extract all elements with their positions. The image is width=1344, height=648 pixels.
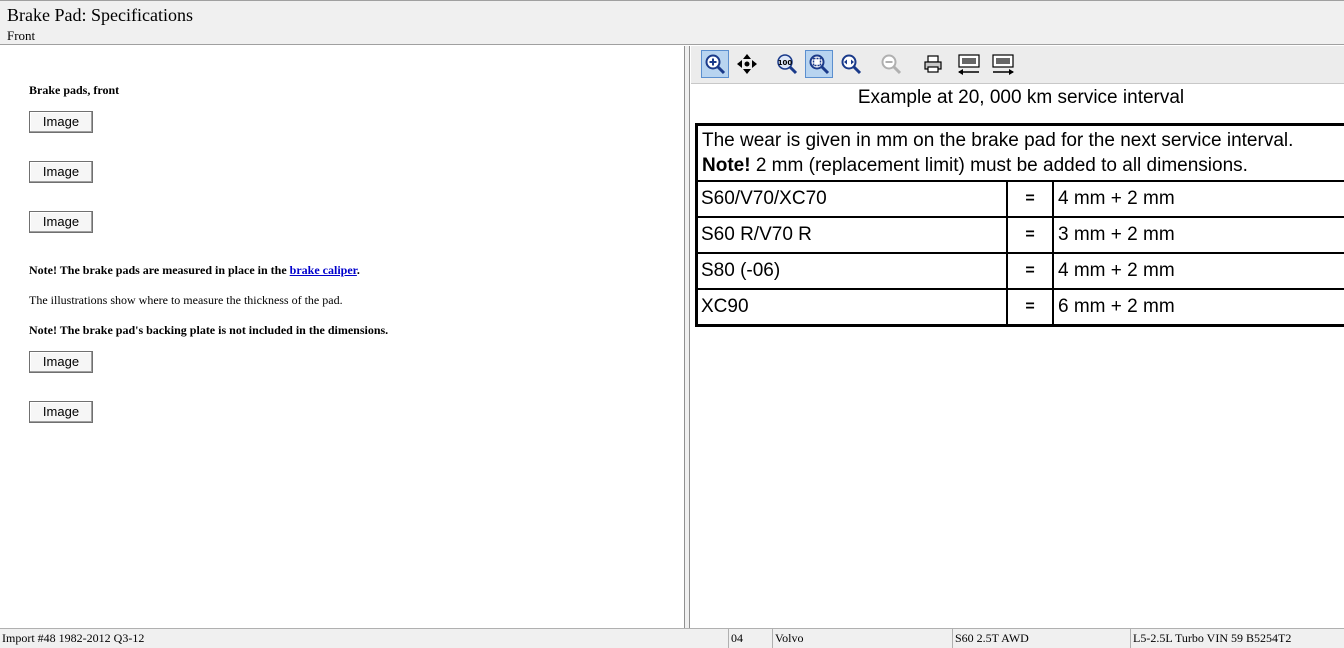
table-row: XC90 = 6 mm + 2 mm — [698, 290, 1344, 324]
value-cell: 4 mm + 2 mm — [1058, 260, 1175, 281]
specification-intro: The wear is given in mm on the brake pad… — [698, 126, 1344, 182]
previous-image-icon — [958, 54, 980, 75]
section-title: Brake pads, front — [29, 83, 120, 97]
pane-splitter[interactable] — [685, 46, 690, 628]
value-cell: 3 mm + 2 mm — [1058, 224, 1175, 245]
status-engine: L5-2.5L Turbo VIN 59 B5254T2 — [1130, 629, 1344, 648]
zoom-out-icon — [881, 54, 902, 75]
next-image-button[interactable] — [989, 50, 1017, 78]
zoom-in-button[interactable] — [701, 50, 729, 78]
intro-note-label: Note! — [702, 155, 751, 176]
note-measured-in-place: Note! The brake pads are measured in pla… — [29, 263, 360, 278]
table-row: S80 (-06) = 4 mm + 2 mm — [698, 254, 1344, 290]
table-row: S60/V70/XC70 = 4 mm + 2 mm — [698, 182, 1344, 218]
image-button-4[interactable]: Image — [29, 351, 93, 373]
image-viewer-pane: 100 Example at 20, 000 km service interv… — [691, 46, 1344, 628]
title-bar: Brake Pad: Specifications Front — [0, 0, 1344, 45]
value-cell: 6 mm + 2 mm — [1058, 296, 1175, 317]
next-image-icon — [992, 54, 1014, 75]
pan-button[interactable] — [733, 50, 761, 78]
status-make: Volvo — [772, 629, 952, 648]
value-cell: 4 mm + 2 mm — [1058, 188, 1175, 209]
image-button-2[interactable]: Image — [29, 161, 93, 183]
pan-icon — [737, 54, 757, 74]
print-icon — [924, 55, 942, 73]
model-cell: XC90 — [698, 290, 1008, 324]
model-cell: S60/V70/XC70 — [698, 182, 1008, 216]
left-pane: Brake pads, front Image Image Image Note… — [0, 46, 685, 628]
page-subtitle: Front — [7, 28, 36, 43]
image-button-3[interactable]: Image — [29, 211, 93, 233]
brake-caliper-link[interactable]: brake caliper — [290, 263, 357, 277]
status-bar: Import #48 1982-2012 Q3-12 04 Volvo S60 … — [0, 628, 1344, 648]
svg-text:100: 100 — [778, 59, 793, 67]
intro-note-text: 2 mm (replacement limit) must be added t… — [750, 155, 1248, 176]
note-backing-plate: Note! The brake pad's backing plate is n… — [29, 323, 389, 337]
zoom-width-icon — [841, 54, 862, 75]
page-title: Brake Pad: Specifications — [7, 5, 193, 25]
image-button-1[interactable]: Image — [29, 111, 93, 133]
note-text-suffix: . — [356, 263, 360, 277]
intro-line: The wear is given in mm on the brake pad… — [702, 130, 1294, 151]
image-button-5[interactable]: Image — [29, 401, 93, 423]
zoom-fit-icon — [809, 54, 830, 75]
status-model: S60 2.5T AWD — [952, 629, 1130, 648]
zoom-out-button[interactable] — [877, 50, 905, 78]
zoom-100-button[interactable]: 100 — [773, 50, 801, 78]
table-row: S60 R/V70 R = 3 mm + 2 mm — [698, 218, 1344, 254]
specification-table: The wear is given in mm on the brake pad… — [695, 123, 1344, 327]
model-cell: S80 (-06) — [698, 254, 1008, 288]
equals-cell: = — [1008, 290, 1054, 324]
note-text: Note! The brake pads are measured in pla… — [29, 263, 290, 277]
viewer-toolbar: 100 — [691, 46, 1344, 84]
print-button[interactable] — [919, 50, 947, 78]
zoom-fit-button[interactable] — [805, 50, 833, 78]
equals-cell: = — [1008, 182, 1054, 216]
document-heading: Example at 20, 000 km service interval — [857, 87, 1185, 108]
status-import: Import #48 1982-2012 Q3-12 — [2, 631, 145, 645]
zoom-in-icon — [705, 54, 726, 75]
equals-cell: = — [1008, 254, 1054, 288]
model-cell: S60 R/V70 R — [698, 218, 1008, 252]
zoom-100-icon: 100 — [777, 54, 798, 75]
previous-image-button[interactable] — [955, 50, 983, 78]
note-illustrations: The illustrations show where to measure … — [29, 293, 343, 307]
intro-note: Note! 2 mm (replacement limit) must be a… — [702, 153, 1344, 178]
status-year: 04 — [728, 629, 772, 648]
equals-cell: = — [1008, 218, 1054, 252]
zoom-width-button[interactable] — [837, 50, 865, 78]
